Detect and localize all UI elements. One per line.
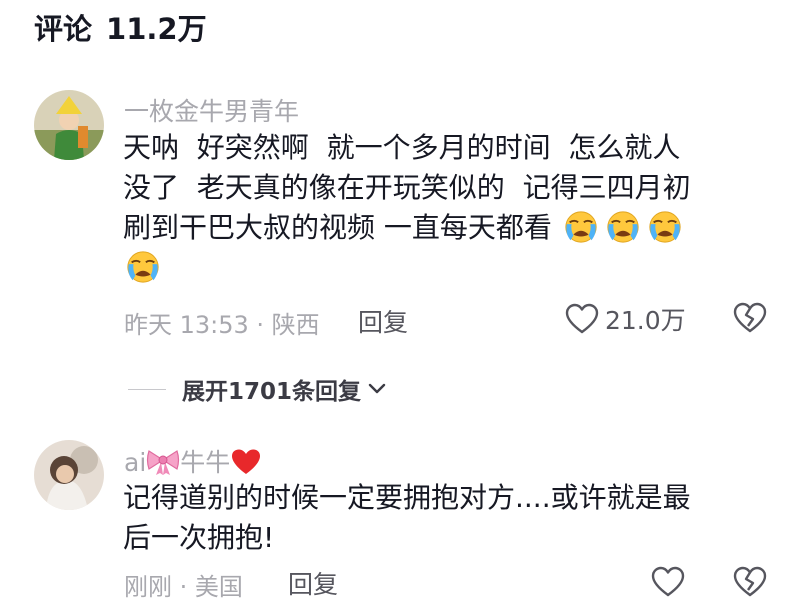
dislike-broken-heart-icon[interactable] [733, 566, 767, 598]
divider [128, 388, 166, 390]
comment-line: 后一次拥抱! [123, 521, 275, 554]
reply-button[interactable]: 回复 [288, 565, 338, 601]
comment-timestamp-location: 昨天 13:53 · 陕西 [124, 311, 320, 339]
like-button[interactable]: 21.0万 [565, 301, 686, 337]
crying-face-icon [564, 210, 597, 244]
crying-face-icon [126, 250, 160, 284]
avatar[interactable] [34, 440, 104, 510]
red-heart-icon [232, 449, 261, 474]
ribbon-bow-icon [147, 450, 180, 475]
expand-replies-button[interactable]: 展开1701条回复 [128, 372, 387, 406]
crying-face-icon [606, 210, 639, 244]
comment-line: 天呐 好突然啊 就一个多月的时间 怎么就人 [123, 131, 681, 164]
comments-header-label: 评论 [34, 12, 93, 46]
heart-outline-icon[interactable] [651, 566, 685, 598]
comments-count: 11.2万 [106, 12, 207, 46]
reply-button[interactable]: 回复 [358, 303, 408, 339]
username-prefix: ai [124, 448, 147, 477]
expand-replies-label: 展开1701条回复 [182, 379, 362, 405]
comment-username[interactable]: ai 牛牛 [124, 443, 262, 479]
comment-text: 记得道别的时候一定要拥抱对方....或许就是最 后一次拥抱! [123, 478, 773, 558]
username-suffix: 牛牛 [180, 448, 231, 477]
comment-line: 刷到干巴大叔的视频 一直每天都看 [123, 211, 552, 244]
dislike-broken-heart-icon[interactable] [733, 302, 767, 334]
comment-line: 记得道别的时候一定要拥抱对方....或许就是最 [123, 481, 691, 514]
comment-line: 没了 老天真的像在开玩笑似的 记得三四月初 [123, 171, 691, 204]
chevron-down-icon [368, 383, 386, 394]
like-count: 21.0万 [605, 306, 686, 335]
crying-face-icon [648, 210, 681, 244]
avatar[interactable] [34, 90, 104, 160]
comment-username[interactable]: 一枚金牛男青年 [124, 92, 299, 128]
comment-text: 天呐 好突然啊 就一个多月的时间 怎么就人 没了 老天真的像在开玩笑似的 记得三… [123, 128, 773, 288]
comments-header: 评论 11.2万 [34, 6, 207, 48]
comment-timestamp-location: 刚刚 · 美国 [124, 573, 243, 601]
heart-outline-icon [565, 303, 599, 334]
